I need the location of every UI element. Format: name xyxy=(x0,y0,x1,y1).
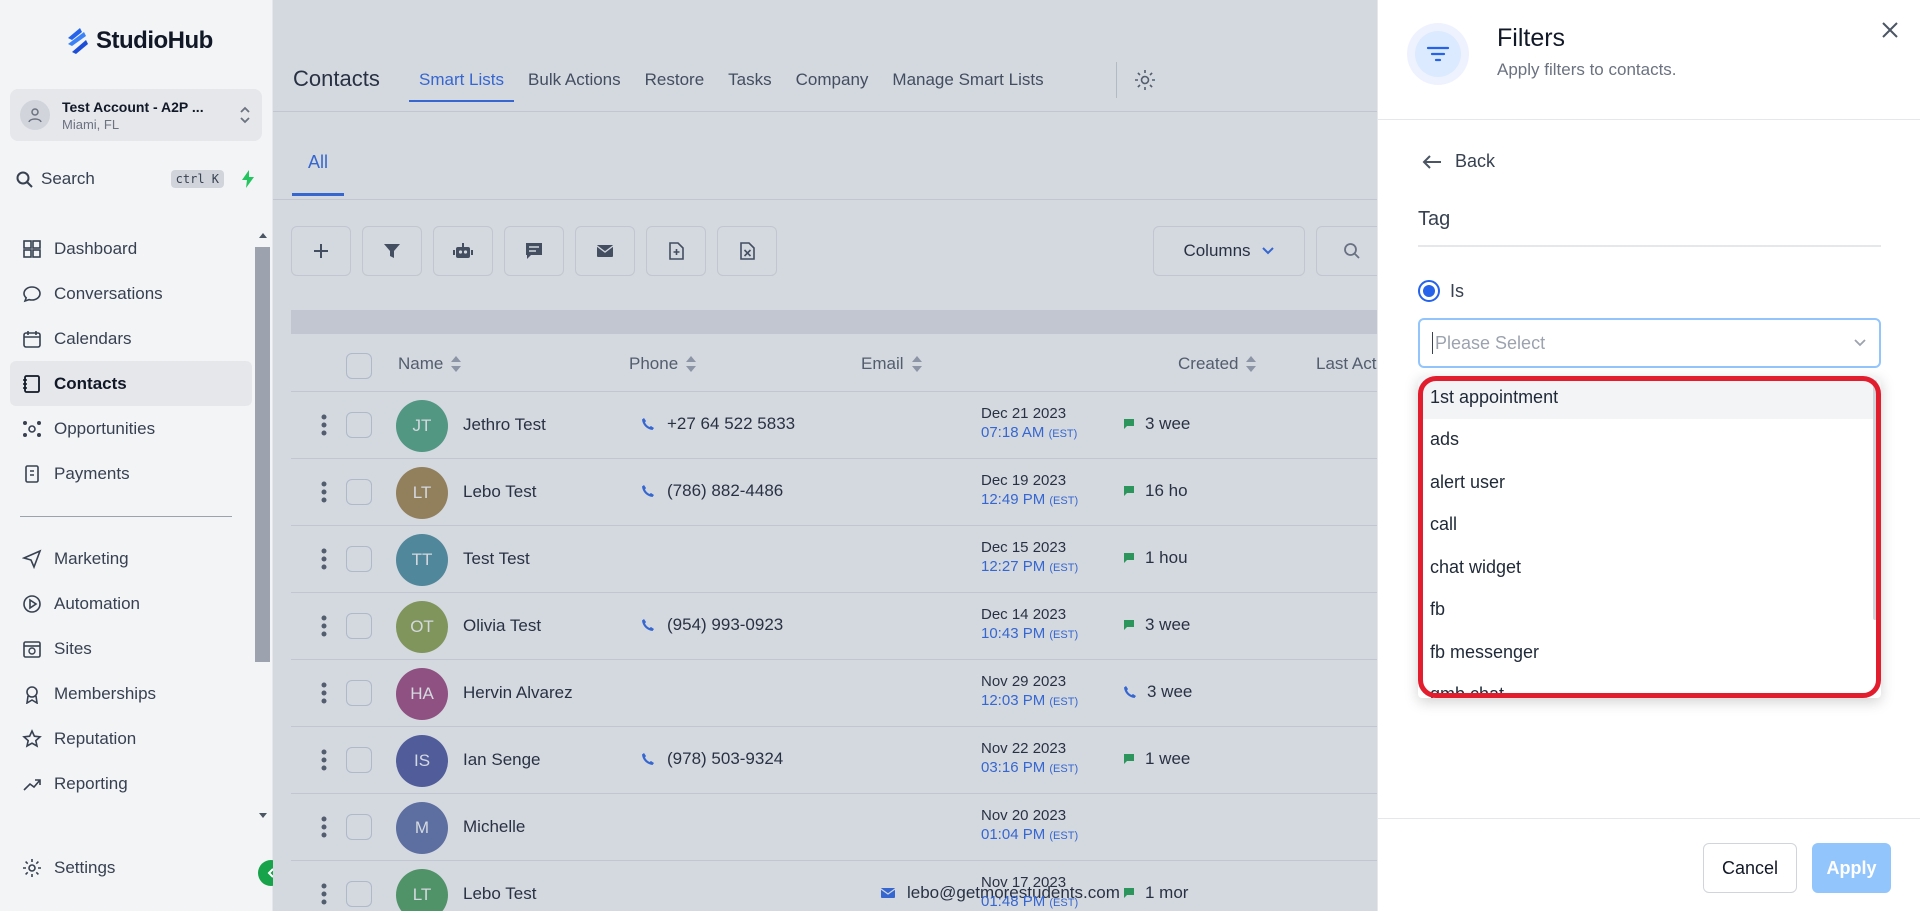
sidebar-item-reporting[interactable]: Reporting xyxy=(10,761,252,806)
automation-icon xyxy=(23,594,41,613)
sidebar-item-label: Opportunities xyxy=(54,418,156,438)
chevron-down-icon xyxy=(1854,339,1866,347)
sidebar-item-dashboard[interactable]: Dashboard xyxy=(10,226,252,271)
option-item[interactable]: 1st appointment xyxy=(1418,376,1881,419)
star-icon xyxy=(22,728,42,748)
brand-name: StudioHub xyxy=(96,27,213,54)
option-item[interactable]: call xyxy=(1418,504,1881,547)
search-label: Search xyxy=(41,169,95,188)
filters-subtitle: Apply filters to contacts. xyxy=(1497,60,1677,79)
tag-select[interactable]: Please Select xyxy=(1418,318,1881,368)
cancel-button[interactable]: Cancel xyxy=(1703,843,1797,893)
sidebar-item-label: Memberships xyxy=(54,683,157,703)
sidebar-item-conversations[interactable]: Conversations xyxy=(10,271,252,316)
sites-icon xyxy=(23,640,41,658)
logo-icon xyxy=(68,28,88,54)
option-item[interactable]: alert user xyxy=(1418,461,1881,504)
send-icon xyxy=(22,549,42,569)
filters-badge xyxy=(1407,23,1469,85)
opportunities-icon xyxy=(23,420,41,437)
sidebar-item-settings[interactable]: Settings xyxy=(22,858,115,878)
sidebar-item-label: Marketing xyxy=(54,548,129,568)
calendar-icon xyxy=(23,330,41,348)
settings-label: Settings xyxy=(54,858,116,877)
operator-label: Is xyxy=(1450,280,1465,301)
option-item[interactable]: gmb chat xyxy=(1418,674,1881,698)
sidebar-divider xyxy=(20,516,232,517)
memberships-icon xyxy=(26,685,38,704)
radio-button[interactable] xyxy=(1418,280,1440,302)
account-avatar xyxy=(20,100,50,130)
operator-is-radio[interactable]: Is xyxy=(1418,280,1464,302)
sidebar-item-label: Automation xyxy=(54,593,140,613)
quick-action-button[interactable] xyxy=(236,167,260,191)
sidebar-item-automation[interactable]: Automation xyxy=(10,581,252,626)
sidebar-item-payments[interactable]: Payments xyxy=(10,451,252,496)
filter-lines-icon xyxy=(1426,46,1450,62)
sidebar-nav-primary: Dashboard Conversations Calendars Contac… xyxy=(10,226,252,496)
sidebar-item-opportunities[interactable]: Opportunities xyxy=(10,406,252,451)
contacts-icon xyxy=(23,374,40,393)
sidebar-item-sites[interactable]: Sites xyxy=(10,626,252,671)
dashboard-icon xyxy=(23,239,41,258)
back-button[interactable]: Back xyxy=(1421,151,1495,172)
arrow-left-icon xyxy=(1422,154,1441,169)
filters-panel: Filters Apply filters to contacts. Back … xyxy=(1377,0,1920,911)
account-name: Test Account - A2P ... xyxy=(62,98,204,115)
sidebar-item-label: Sites xyxy=(54,638,92,658)
close-icon[interactable] xyxy=(1878,18,1902,42)
bolt-icon xyxy=(242,170,254,188)
sidebar-item-label: Contacts xyxy=(54,373,127,393)
sidebar-search[interactable]: Search ctrl K xyxy=(16,166,260,192)
sidebar-item-label: Reporting xyxy=(54,773,128,793)
payments-icon xyxy=(25,464,39,483)
sidebar-item-label: Conversations xyxy=(54,283,163,303)
option-item[interactable]: ads xyxy=(1418,419,1881,462)
brand-logo[interactable]: StudioHub xyxy=(64,26,213,56)
account-location: Miami, FL xyxy=(62,116,120,132)
option-item[interactable]: fb messenger xyxy=(1418,631,1881,674)
sidebar-item-label: Dashboard xyxy=(54,238,138,258)
option-item[interactable]: chat widget xyxy=(1418,546,1881,589)
filter-field-label: Tag xyxy=(1418,208,1451,230)
sidebar-item-marketing[interactable]: Marketing xyxy=(10,536,252,581)
sidebar-item-memberships[interactable]: Memberships xyxy=(10,671,252,716)
apply-button[interactable]: Apply xyxy=(1812,843,1891,893)
sidebar-nav-secondary: Marketing Automation Sites Memberships R… xyxy=(10,536,252,806)
option-item[interactable]: fb xyxy=(1418,589,1881,632)
sidebar-item-calendars[interactable]: Calendars xyxy=(10,316,252,361)
account-switcher[interactable]: Test Account - A2P ... Miami, FL xyxy=(10,89,262,141)
sidebar-item-label: Payments xyxy=(54,463,130,483)
search-shortcut: ctrl K xyxy=(170,170,224,188)
sidebar-item-contacts[interactable]: Contacts xyxy=(10,361,252,406)
scroll-up-icon xyxy=(259,233,267,238)
gear-icon xyxy=(23,859,41,877)
sidebar-item-reputation[interactable]: Reputation xyxy=(10,716,252,761)
back-label: Back xyxy=(1455,151,1496,171)
dropdown-scrollbar[interactable] xyxy=(1873,380,1877,620)
scroll-down-icon xyxy=(259,813,267,818)
filters-title: Filters xyxy=(1497,24,1566,52)
trend-icon xyxy=(23,778,41,791)
chat-icon xyxy=(23,285,41,302)
select-placeholder: Please Select xyxy=(1435,332,1546,353)
user-icon xyxy=(28,108,42,123)
text-cursor xyxy=(1432,332,1433,354)
sidebar-item-label: Calendars xyxy=(54,328,132,348)
chevron-up-down-icon xyxy=(240,106,250,124)
filters-header: Filters Apply filters to contacts. xyxy=(1378,0,1920,120)
filter-field-divider xyxy=(1418,245,1881,247)
sidebar: StudioHub Test Account - A2P ... Miami, … xyxy=(0,0,284,911)
search-icon xyxy=(16,171,33,188)
tag-options-dropdown: 1st appointment ads alert user call chat… xyxy=(1418,376,1881,698)
sidebar-item-label: Reputation xyxy=(54,728,137,748)
filters-footer: Cancel Apply xyxy=(1378,818,1920,911)
sidebar-scroll-thumb[interactable] xyxy=(255,247,270,662)
